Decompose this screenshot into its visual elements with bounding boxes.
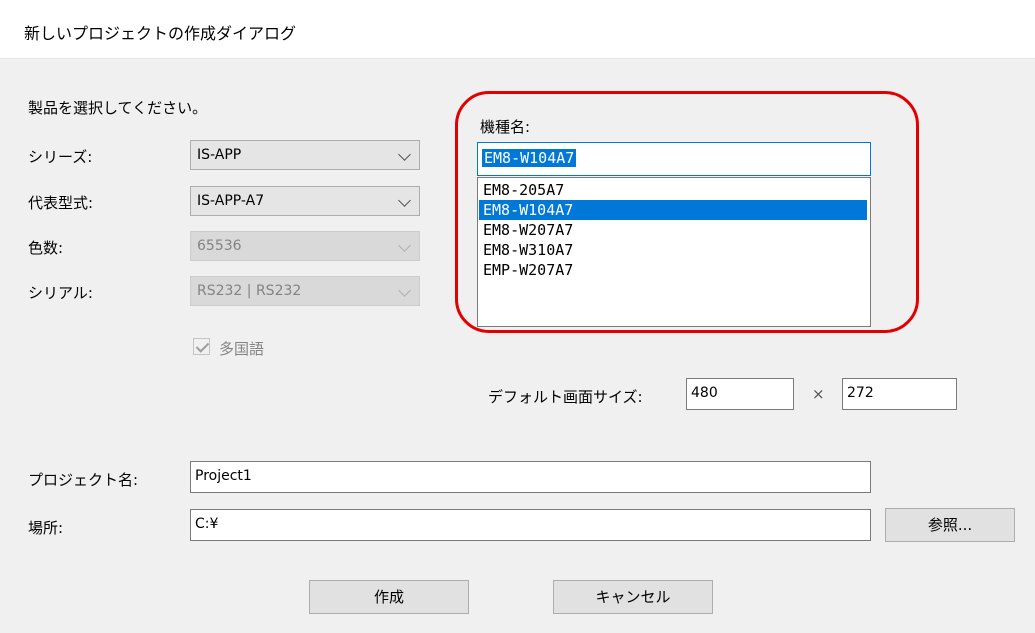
dialog-title: 新しいプロジェクトの作成ダイアログ [24, 24, 297, 43]
model-type-combobox[interactable]: IS-APP-A7 [190, 186, 420, 216]
chevron-down-icon [398, 239, 411, 252]
model-option[interactable]: EM8-W310A7 [479, 240, 867, 260]
screen-width-value: 480 [691, 385, 718, 401]
cancel-button[interactable]: キャンセル [553, 580, 713, 614]
series-value: IS-APP [197, 147, 242, 163]
model-option[interactable]: EMP-W207A7 [479, 260, 867, 280]
screen-size-label: デフォルト画面サイズ: [488, 388, 643, 406]
times-separator: × [812, 385, 825, 403]
screen-height-input[interactable]: 272 [842, 378, 957, 410]
project-name-label: プロジェクト名: [28, 471, 139, 489]
colors-label: 色数: [28, 239, 64, 257]
multilang-checkbox [193, 338, 210, 355]
location-input[interactable]: C:¥ [190, 509, 871, 541]
colors-value: 65536 [197, 238, 242, 254]
screen-width-input[interactable]: 480 [686, 378, 794, 410]
model-option[interactable]: EM8-W207A7 [479, 220, 867, 240]
model-type-label: 代表型式: [28, 194, 94, 212]
serial-label: シリアル: [28, 284, 93, 302]
colors-combobox: 65536 [190, 231, 420, 261]
model-name-label: 機種名: [480, 118, 531, 136]
project-name-value: Project1 [195, 468, 252, 484]
serial-combobox: RS232 | RS232 [190, 276, 420, 306]
create-button[interactable]: 作成 [309, 580, 469, 614]
series-combobox[interactable]: IS-APP [190, 140, 420, 170]
chevron-down-icon [398, 194, 411, 207]
screen-height-value: 272 [847, 385, 874, 401]
product-heading: 製品を選択してください。 [28, 99, 208, 117]
chevron-down-icon [398, 284, 411, 297]
model-type-value: IS-APP-A7 [197, 193, 265, 209]
model-name-value: EM8-W104A7 [482, 149, 577, 167]
project-name-input[interactable]: Project1 [190, 461, 871, 493]
model-option[interactable]: EM8-205A7 [479, 180, 867, 200]
checkmark-icon [195, 339, 210, 353]
location-label: 場所: [28, 519, 64, 537]
model-option-selected[interactable]: EM8-W104A7 [479, 200, 867, 220]
model-name-list[interactable]: EM8-205A7 EM8-W104A7 EM8-W207A7 EM8-W310… [477, 177, 871, 327]
serial-value: RS232 | RS232 [197, 283, 302, 299]
location-value: C:¥ [195, 516, 219, 532]
multilang-label: 多国語 [219, 340, 265, 358]
title-bar: 新しいプロジェクトの作成ダイアログ [0, 0, 1035, 59]
chevron-down-icon [398, 148, 411, 161]
model-name-input[interactable]: EM8-W104A7 [477, 142, 871, 176]
series-label: シリーズ: [28, 148, 93, 166]
browse-button[interactable]: 参照... [885, 508, 1015, 542]
